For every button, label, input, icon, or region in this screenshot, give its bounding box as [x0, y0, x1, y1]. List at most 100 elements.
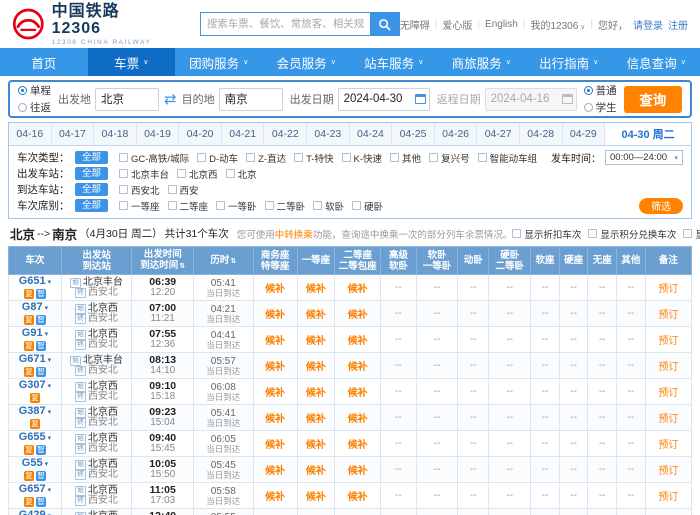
book-link[interactable]: 预订	[658, 492, 678, 503]
nav-item[interactable]: 信息查询∨	[613, 48, 700, 76]
seat-availability-cell[interactable]: 候补	[335, 275, 381, 301]
expand-caret-icon[interactable]: ▾	[48, 279, 52, 286]
checkbox-icon[interactable]	[265, 201, 274, 210]
book-link[interactable]: 预订	[658, 466, 678, 477]
checkbox-icon[interactable]	[119, 185, 128, 194]
expand-caret-icon[interactable]: ▾	[45, 331, 49, 338]
expand-caret-icon[interactable]: ▾	[48, 487, 52, 494]
seat-availability-cell[interactable]: 候补	[297, 431, 334, 457]
filter-all-button[interactable]: 全部	[75, 199, 108, 212]
train-number-link[interactable]: G655▾	[9, 432, 61, 444]
date-tab[interactable]: 04-16	[9, 123, 52, 145]
seat-availability-cell[interactable]: 候补	[253, 431, 297, 457]
train-number-link[interactable]: G91▾	[9, 328, 61, 340]
depart-time-select[interactable]: 00:00—24:00▾	[605, 150, 683, 165]
filter-option[interactable]: 一等卧	[216, 199, 257, 213]
checkbox-icon[interactable]	[683, 229, 692, 238]
filter-option[interactable]: GC-高铁/城际	[119, 151, 189, 165]
expand-caret-icon[interactable]: ▾	[48, 383, 52, 390]
expand-caret-icon[interactable]: ▾	[48, 357, 52, 364]
seat-availability-cell[interactable]: 候补	[253, 301, 297, 327]
trip-oneway-radio[interactable]: 单程	[18, 83, 51, 98]
book-link[interactable]: 预订	[658, 440, 678, 451]
filter-option[interactable]: Z-直达	[246, 151, 286, 165]
checkbox-icon[interactable]	[429, 153, 438, 162]
seat-availability-cell[interactable]: 候补	[297, 275, 334, 301]
train-number-link[interactable]: G307▾	[9, 380, 61, 392]
date-tab[interactable]: 04-26	[435, 123, 478, 145]
checkbox-icon[interactable]	[197, 153, 206, 162]
seat-availability-cell[interactable]: 候补	[335, 509, 381, 515]
book-link[interactable]: 预订	[658, 284, 678, 295]
expand-caret-icon[interactable]: ▾	[48, 409, 52, 416]
checkbox-icon[interactable]	[342, 153, 351, 162]
swap-stations-icon[interactable]: ⇄	[164, 90, 177, 108]
checkbox-icon[interactable]	[119, 169, 128, 178]
query-button[interactable]: 查询	[624, 86, 682, 113]
filter-option[interactable]: 西安	[168, 183, 199, 197]
filter-option[interactable]: 复兴号	[429, 151, 470, 165]
date-tab[interactable]: 04-19	[137, 123, 180, 145]
passenger-student-radio[interactable]: 学生	[584, 100, 617, 115]
nav-item[interactable]: 会员服务∨	[263, 48, 351, 76]
date-tab[interactable]: 04-17	[52, 123, 95, 145]
train-number-link[interactable]: G671▾	[9, 354, 61, 366]
expand-caret-icon[interactable]: ▾	[48, 435, 52, 442]
seat-availability-cell[interactable]: 候补	[253, 457, 297, 483]
filter-submit-button[interactable]: 筛选	[639, 198, 683, 214]
book-link[interactable]: 预订	[658, 414, 678, 425]
seat-availability-cell[interactable]: 候补	[253, 327, 297, 353]
checkbox-icon[interactable]	[177, 169, 186, 178]
transfer-link[interactable]: 中转换乘	[275, 230, 313, 241]
from-input[interactable]	[95, 88, 159, 111]
train-number-link[interactable]: G55▾	[9, 458, 61, 470]
checkbox-icon[interactable]	[226, 169, 235, 178]
passenger-normal-radio[interactable]: 普通	[584, 83, 617, 98]
nav-item[interactable]: 车票∨	[88, 48, 176, 76]
filter-all-button[interactable]: 全部	[75, 183, 108, 196]
filter-option[interactable]: 二等座	[168, 199, 209, 213]
seat-availability-cell[interactable]: 候补	[335, 327, 381, 353]
train-number-link[interactable]: G651▾	[9, 276, 61, 288]
seat-availability-cell[interactable]: 候补	[335, 405, 381, 431]
seat-availability-cell[interactable]: 候补	[297, 301, 334, 327]
checkbox-icon[interactable]	[588, 229, 597, 238]
checkbox-icon[interactable]	[313, 201, 322, 210]
expand-caret-icon[interactable]: ▾	[45, 305, 49, 312]
filter-option[interactable]: 一等座	[119, 199, 160, 213]
book-link[interactable]: 预订	[658, 336, 678, 347]
book-link[interactable]: 预订	[658, 310, 678, 321]
nav-item[interactable]: 站车服务∨	[350, 48, 438, 76]
link-english[interactable]: English	[485, 19, 518, 30]
nav-item[interactable]: 商旅服务∨	[438, 48, 526, 76]
date-tab[interactable]: 04-29	[563, 123, 606, 145]
link-care-version[interactable]: 爱心版	[442, 17, 472, 32]
filter-option[interactable]: 西安北	[119, 183, 160, 197]
filter-option[interactable]: 智能动车组	[478, 151, 538, 165]
nav-item[interactable]: 出行指南∨	[525, 48, 613, 76]
filter-option[interactable]: 软卧	[313, 199, 344, 213]
checkbox-icon[interactable]	[216, 201, 225, 210]
seat-availability-cell[interactable]: 候补	[297, 457, 334, 483]
checkbox-icon[interactable]	[512, 229, 521, 238]
search-button[interactable]	[370, 12, 400, 36]
to-input[interactable]	[219, 88, 283, 111]
seat-availability-cell[interactable]: 候补	[253, 379, 297, 405]
checkbox-icon[interactable]	[478, 153, 487, 162]
seat-availability-cell[interactable]: 候补	[297, 483, 334, 509]
train-number-link[interactable]: G387▾	[9, 406, 61, 418]
date-tab[interactable]: 04-18	[94, 123, 137, 145]
filter-option[interactable]: 硬卧	[352, 199, 383, 213]
filter-all-button[interactable]: 全部	[75, 151, 108, 164]
seat-availability-cell[interactable]: 候补	[297, 327, 334, 353]
seat-availability-cell[interactable]: 候补	[253, 353, 297, 379]
display-filter-checkbox[interactable]: 显示积分兑换车次	[588, 227, 676, 241]
train-number-link[interactable]: G657▾	[9, 484, 61, 496]
filter-option[interactable]: 北京西	[177, 167, 218, 181]
filter-option[interactable]: K-快速	[342, 151, 383, 165]
seat-availability-cell[interactable]: 候补	[297, 353, 334, 379]
filter-option[interactable]: T-特快	[294, 151, 333, 165]
date-tab[interactable]: 04-21	[222, 123, 265, 145]
checkbox-icon[interactable]	[119, 201, 128, 210]
checkbox-icon[interactable]	[390, 153, 399, 162]
